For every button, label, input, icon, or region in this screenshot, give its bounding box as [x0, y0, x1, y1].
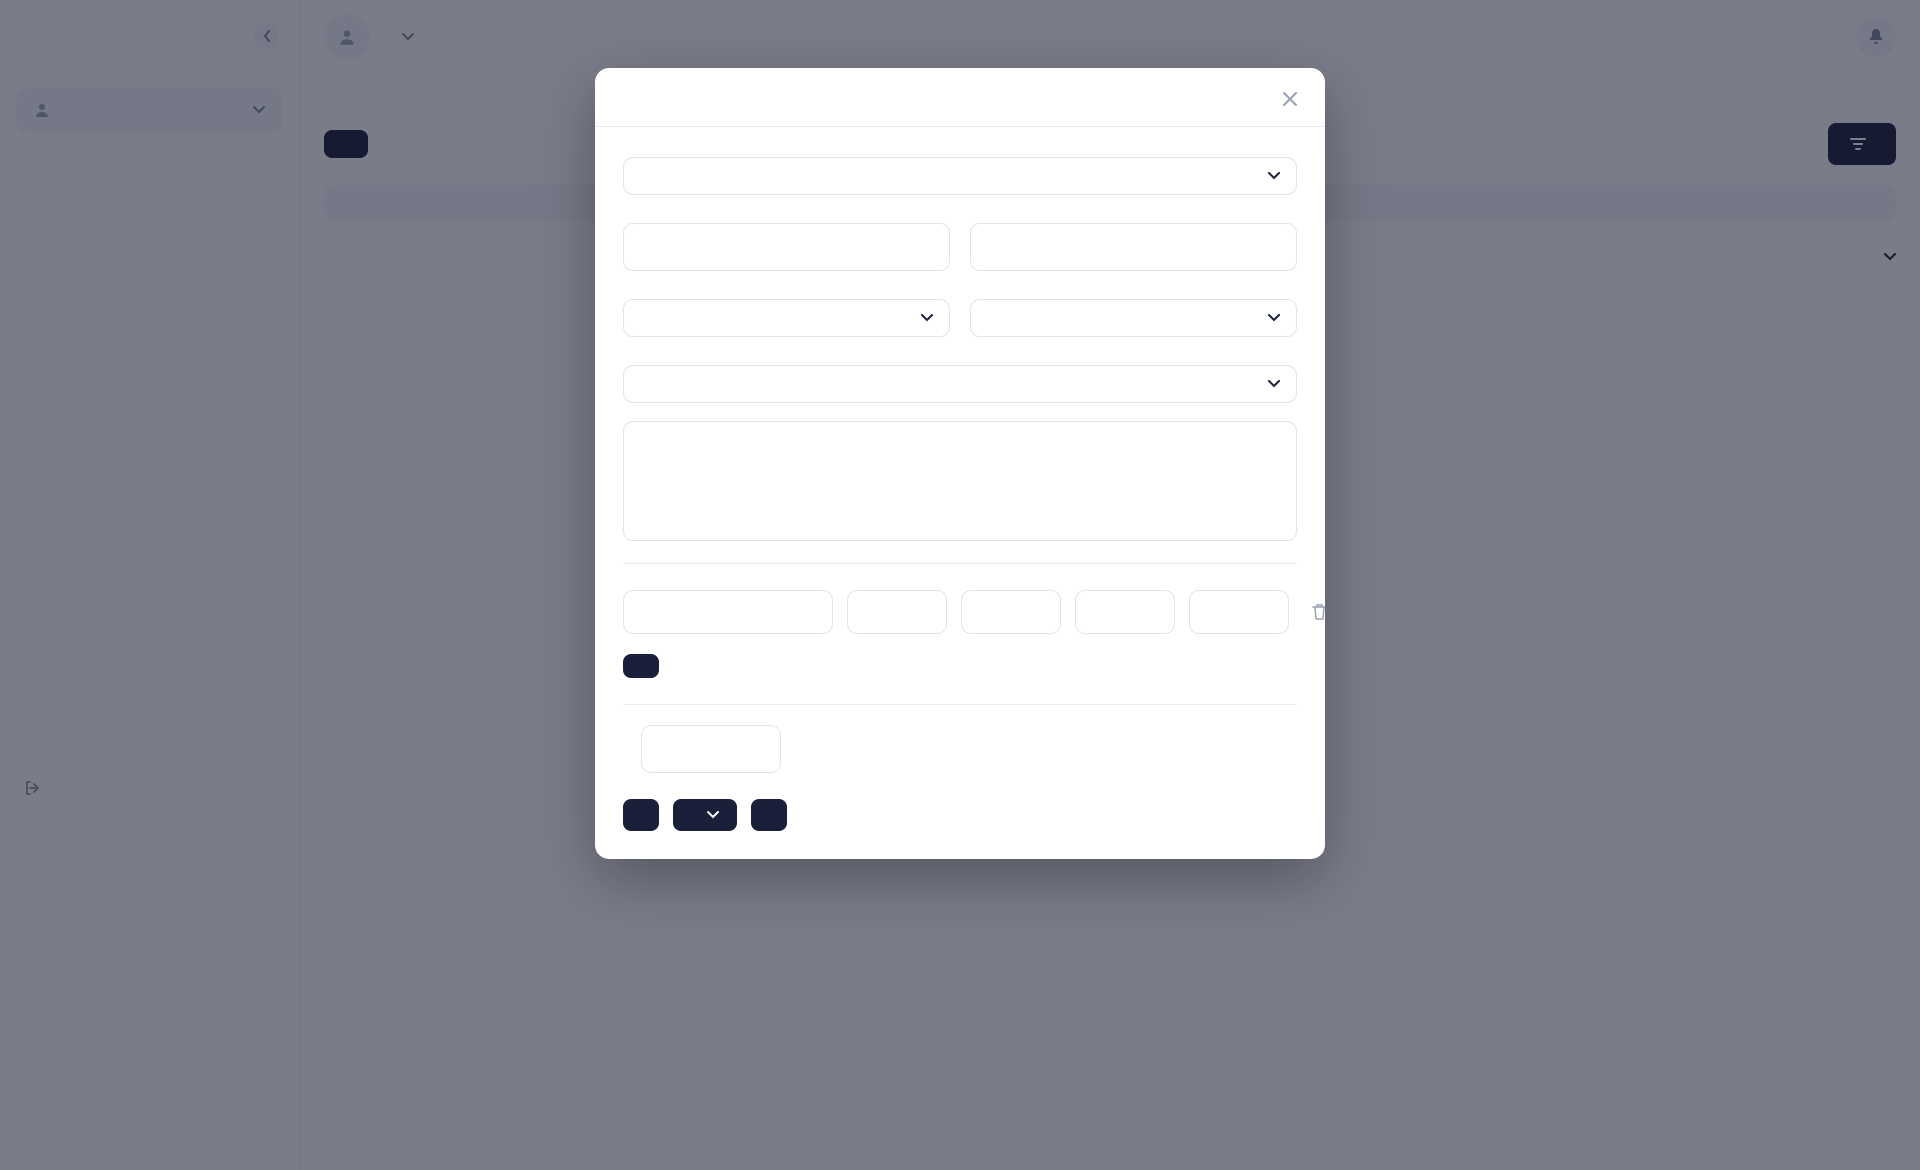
- item-unit-input[interactable]: [847, 590, 947, 634]
- number-input[interactable]: [623, 223, 950, 271]
- close-icon: [1283, 92, 1297, 106]
- chevron-down-icon: [1268, 172, 1280, 180]
- account-select[interactable]: [623, 299, 950, 337]
- delete-item-button[interactable]: [1303, 604, 1325, 620]
- item-price-input[interactable]: [1075, 590, 1175, 634]
- add-position-button[interactable]: [623, 654, 659, 678]
- chevron-down-icon: [1268, 314, 1280, 322]
- trash-icon: [1312, 604, 1326, 620]
- type-select[interactable]: [623, 157, 1297, 195]
- modal-close-button[interactable]: [1283, 92, 1297, 106]
- download-button[interactable]: [673, 799, 737, 831]
- contractor-select[interactable]: [970, 299, 1297, 337]
- date-input[interactable]: [970, 223, 1297, 271]
- linked-select[interactable]: [623, 365, 1297, 403]
- item-qty-input[interactable]: [961, 590, 1061, 634]
- chevron-down-icon: [707, 811, 719, 819]
- item-name-input[interactable]: [623, 590, 833, 634]
- attach-scan-button[interactable]: [751, 799, 787, 831]
- save-button[interactable]: [623, 799, 659, 831]
- item-sum-input[interactable]: [1189, 590, 1289, 634]
- chevron-down-icon: [1268, 380, 1280, 388]
- total-input[interactable]: [641, 725, 781, 773]
- chevron-down-icon: [921, 314, 933, 322]
- comment-textarea[interactable]: [623, 421, 1297, 541]
